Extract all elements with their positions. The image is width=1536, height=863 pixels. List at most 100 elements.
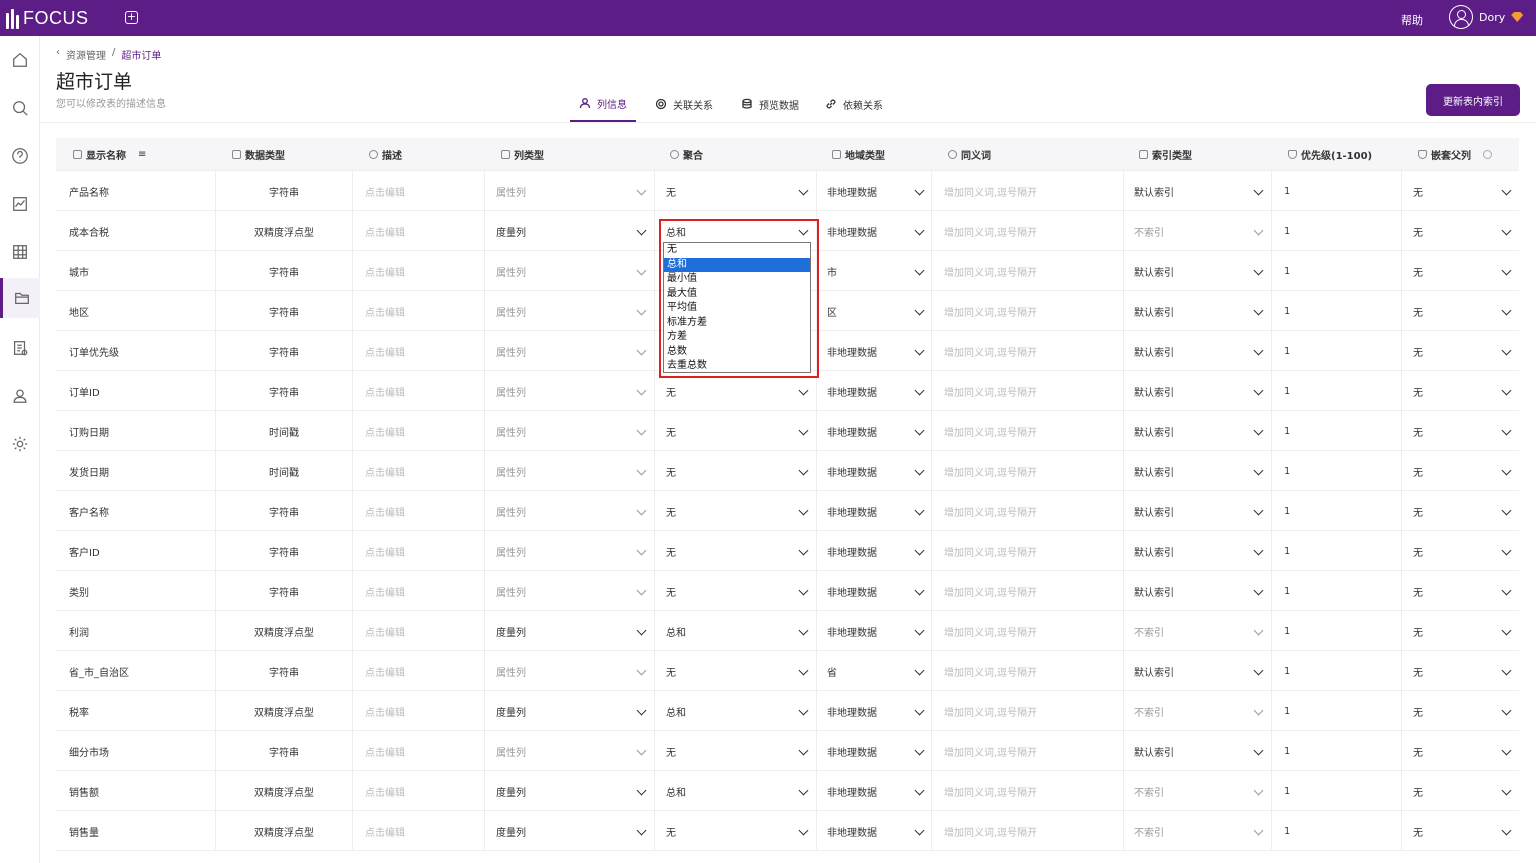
chevron-down-icon[interactable] [1253,745,1264,756]
priority-input[interactable]: 1 [1284,171,1290,211]
description-field[interactable]: 点击编辑 [365,211,405,251]
description-field[interactable]: 点击编辑 [365,371,405,411]
description-field[interactable]: 点击编辑 [365,451,405,491]
aggregation-select[interactable]: 无 [666,531,676,571]
chevron-down-icon[interactable] [636,665,647,676]
aggregation-select[interactable]: 无 [666,411,676,451]
chevron-down-icon[interactable] [914,185,925,196]
aggregation-option[interactable]: 平均值 [664,301,810,316]
parent-column-select[interactable]: 无 [1413,531,1423,571]
aggregation-dropdown-list[interactable]: 无总和 最小值 最大值 平均值 标准方差 方差 总数 去重总数 [663,242,811,373]
chevron-down-icon[interactable] [1501,825,1512,836]
priority-input[interactable]: 1 [1284,611,1290,651]
chevron-down-icon[interactable] [798,665,809,676]
synonym-input[interactable]: 增加同义词,逗号隔开 [944,651,1037,691]
chevron-down-icon[interactable] [1253,545,1264,556]
chevron-down-icon[interactable] [636,425,647,436]
aggregation-option[interactable]: 总数 [664,345,810,360]
chevron-down-icon[interactable] [1501,305,1512,316]
priority-input[interactable]: 1 [1284,291,1290,331]
geo-type-select[interactable]: 非地理数据 [827,571,877,611]
description-field[interactable]: 点击编辑 [365,291,405,331]
index-type-select[interactable]: 不索引 [1134,611,1164,651]
search-icon[interactable] [0,88,40,128]
aggregation-select[interactable]: 无 [666,731,676,771]
index-type-select[interactable]: 默认索引 [1134,291,1174,331]
chevron-down-icon[interactable] [1253,625,1264,636]
breadcrumb-back-icon[interactable]: ‹ [56,47,60,62]
settings-gear-icon[interactable] [0,424,40,464]
chevron-down-icon[interactable] [1253,265,1264,276]
priority-input[interactable]: 1 [1284,371,1290,411]
column-type-select[interactable]: 属性列 [496,371,526,411]
description-field[interactable]: 点击编辑 [365,531,405,571]
synonym-input[interactable]: 增加同义词,逗号隔开 [944,251,1037,291]
chevron-down-icon[interactable] [914,305,925,316]
chevron-down-icon[interactable] [1253,345,1264,356]
chevron-down-icon[interactable] [1501,265,1512,276]
geo-type-select[interactable]: 非地理数据 [827,531,877,571]
index-type-select[interactable]: 不索引 [1134,211,1164,251]
index-type-select[interactable]: 默认索引 [1134,251,1174,291]
index-type-select[interactable]: 默认索引 [1134,451,1174,491]
chevron-down-icon[interactable] [636,305,647,316]
chevron-down-icon[interactable] [798,705,809,716]
priority-input[interactable]: 1 [1284,571,1290,611]
geo-type-select[interactable]: 区 [827,291,837,331]
tab-column-info[interactable]: 列信息 [570,86,636,122]
tab-dependencies[interactable]: 依赖关系 [816,86,892,122]
chevron-down-icon[interactable] [1501,225,1512,236]
column-type-select[interactable]: 度量列 [496,211,526,251]
column-type-select[interactable]: 属性列 [496,331,526,371]
column-name[interactable]: 发货日期 [69,451,109,491]
chevron-down-icon[interactable] [636,465,647,476]
chevron-down-icon[interactable] [1501,545,1512,556]
chevron-down-icon[interactable] [1501,185,1512,196]
priority-input[interactable]: 1 [1284,731,1290,771]
index-type-select[interactable]: 不索引 [1134,771,1164,811]
parent-column-select[interactable]: 无 [1413,171,1423,211]
priority-input[interactable]: 1 [1284,651,1290,691]
priority-input[interactable]: 1 [1284,251,1290,291]
geo-type-select[interactable]: 非地理数据 [827,731,877,771]
aggregation-select[interactable]: 无 [666,491,676,531]
synonym-input[interactable]: 增加同义词,逗号隔开 [944,451,1037,491]
aggregation-select[interactable]: 总和 [666,691,686,731]
chevron-down-icon[interactable] [1253,665,1264,676]
chevron-down-icon[interactable] [1253,785,1264,796]
column-name[interactable]: 订单优先级 [69,331,119,371]
synonym-input[interactable]: 增加同义词,逗号隔开 [944,171,1037,211]
chevron-down-icon[interactable] [914,665,925,676]
aggregation-option[interactable]: 去重总数 [664,359,810,374]
priority-input[interactable]: 1 [1284,451,1290,491]
focus-logo[interactable]: FOCUS [6,8,89,29]
task-icon[interactable] [0,328,40,368]
column-name[interactable]: 订单ID [69,371,100,411]
chevron-down-icon[interactable] [1501,345,1512,356]
chevron-down-icon[interactable] [1253,385,1264,396]
synonym-input[interactable]: 增加同义词,逗号隔开 [944,731,1037,771]
column-type-select[interactable]: 属性列 [496,251,526,291]
chevron-down-icon[interactable] [1253,225,1264,236]
tab-preview[interactable]: 预览数据 [732,86,808,122]
chevron-down-icon[interactable] [1253,425,1264,436]
column-name[interactable]: 成本合税 [69,211,109,251]
description-field[interactable]: 点击编辑 [365,611,405,651]
description-field[interactable]: 点击编辑 [365,571,405,611]
geo-type-select[interactable]: 非地理数据 [827,771,877,811]
synonym-input[interactable]: 增加同义词,逗号隔开 [944,771,1037,811]
page-subtitle[interactable]: 您可以修改表的描述信息 [56,95,166,110]
sort-icon[interactable]: ≡ [138,149,146,160]
synonym-input[interactable]: 增加同义词,逗号隔开 [944,331,1037,371]
index-type-select[interactable]: 默认索引 [1134,651,1174,691]
dashboard-icon[interactable] [0,184,40,224]
index-type-select[interactable]: 默认索引 [1134,371,1174,411]
chevron-down-icon[interactable] [1501,385,1512,396]
parent-column-select[interactable]: 无 [1413,371,1423,411]
chevron-down-icon[interactable] [636,505,647,516]
description-field[interactable]: 点击编辑 [365,411,405,451]
help-icon[interactable] [0,136,40,176]
synonym-input[interactable]: 增加同义词,逗号隔开 [944,211,1037,251]
column-type-select[interactable]: 属性列 [496,291,526,331]
aggregation-select[interactable]: 无 [666,811,676,851]
